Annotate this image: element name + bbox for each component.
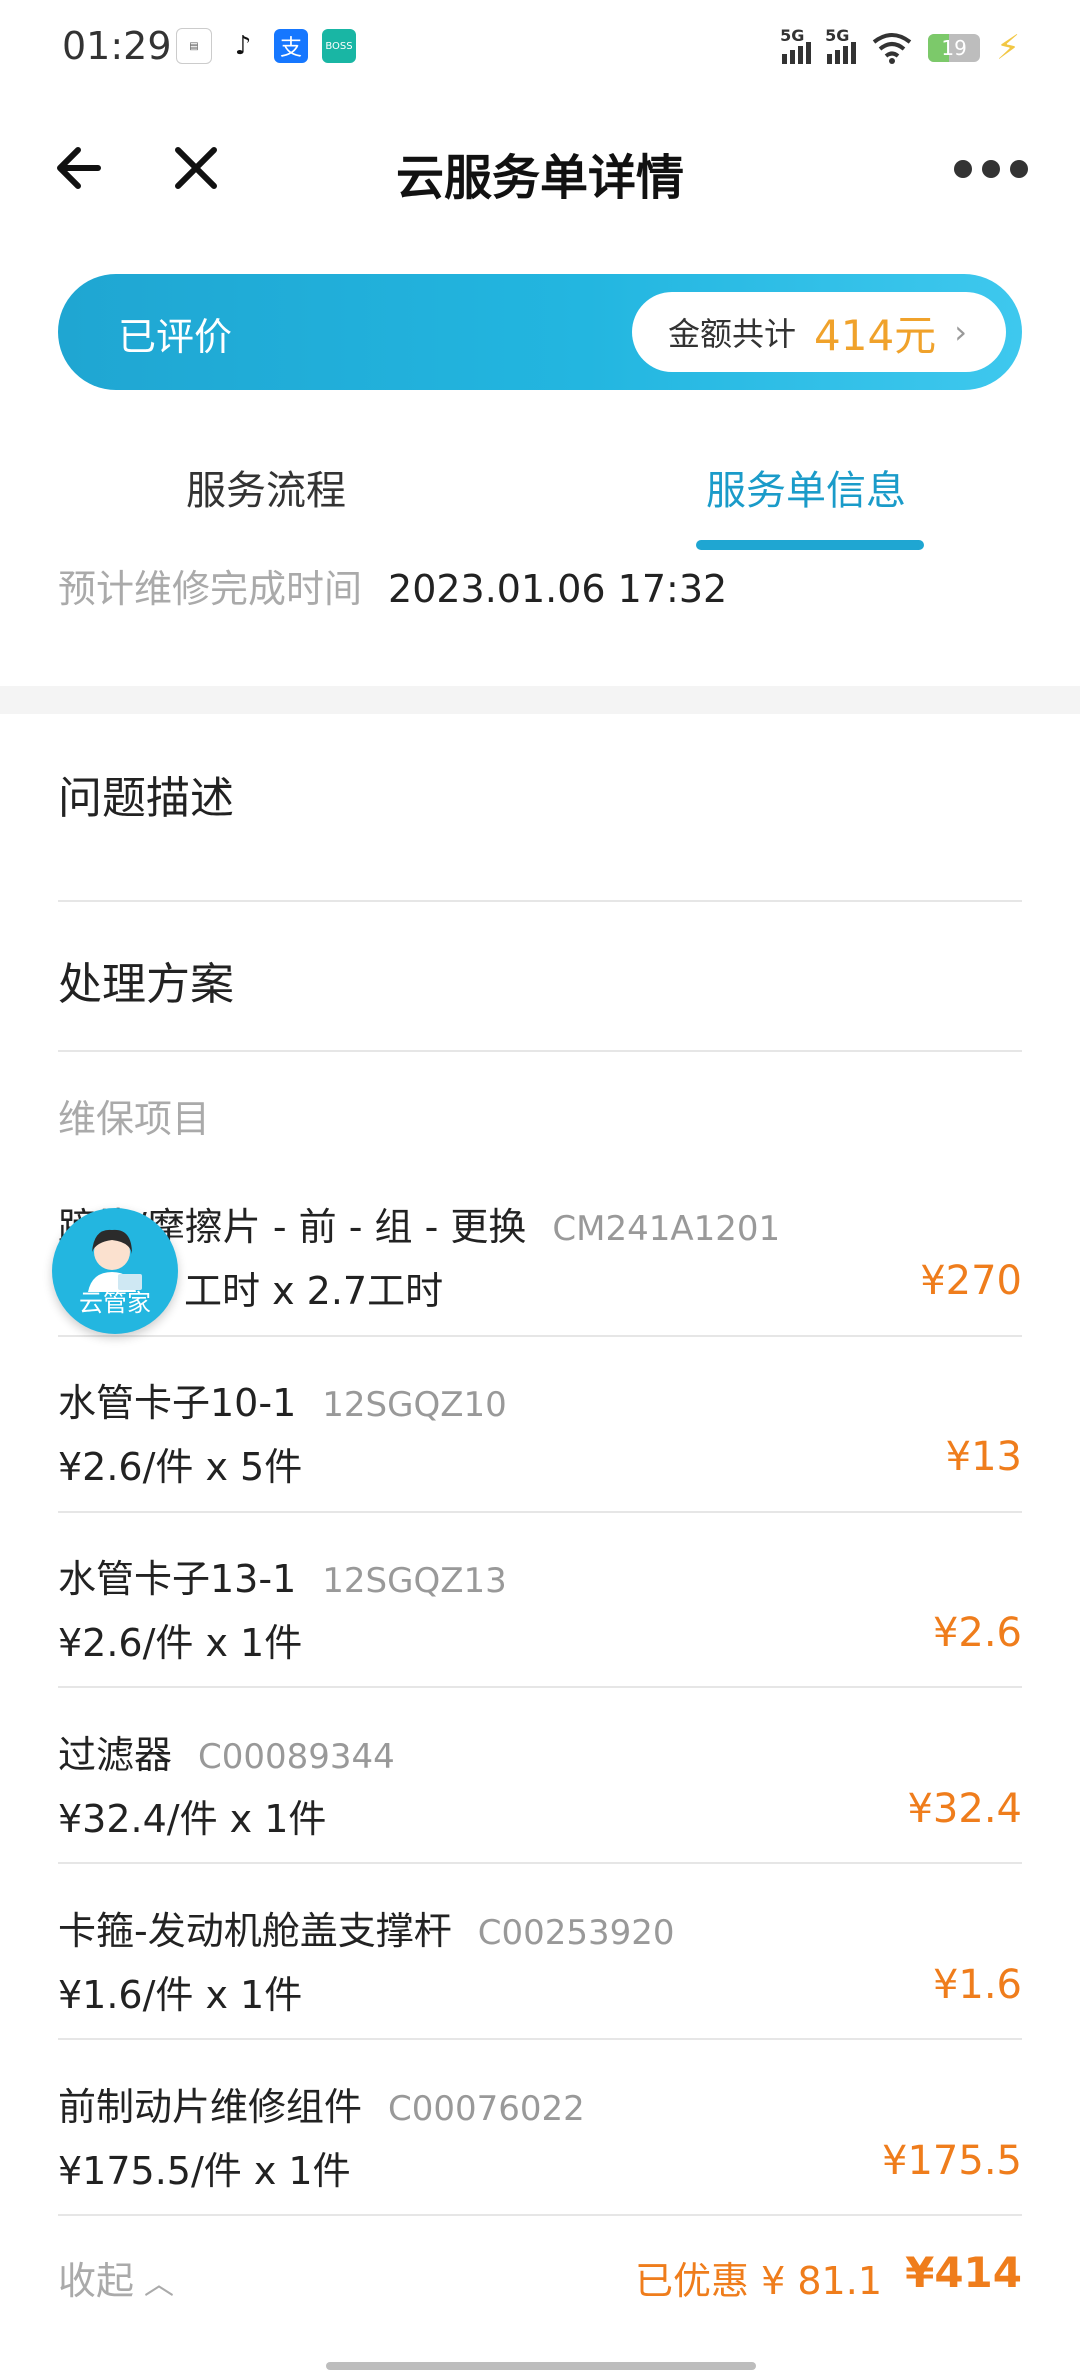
order-status: 已评价 bbox=[118, 315, 233, 359]
item-name: 过滤器 bbox=[58, 1733, 173, 1777]
signal-icon: 5G bbox=[780, 26, 812, 64]
alipay-icon: 支 bbox=[274, 29, 308, 63]
page-title: 云服务单详情 bbox=[395, 150, 684, 206]
item-total: ¥32.4 bbox=[907, 1786, 1022, 1832]
item-code: C00089344 bbox=[198, 1737, 395, 1777]
divider bbox=[58, 2214, 1022, 2216]
section-gap bbox=[0, 686, 1080, 714]
chevron-up-icon: ︿ bbox=[144, 2267, 175, 2302]
battery-icon: 19 bbox=[928, 34, 981, 62]
item-quantity: ¥175.5/件 x 1件 bbox=[58, 2149, 351, 2193]
discount-amount: 已优惠 ¥ 81.1 bbox=[635, 2259, 882, 2303]
cloud-assistant-button[interactable]: 云管家 bbox=[52, 1208, 178, 1334]
status-banner: 已评价 金额共计 414元 › bbox=[58, 274, 1022, 390]
item-name: 前制动片维修组件 bbox=[58, 2085, 363, 2129]
status-right: 5G 5G 19 ⚡ bbox=[780, 26, 1020, 68]
wifi-icon bbox=[872, 33, 912, 64]
divider bbox=[58, 1862, 1022, 1864]
item-total: ¥2.6 bbox=[932, 1610, 1022, 1656]
amount-label: 金额共计 bbox=[668, 315, 797, 353]
item-total: ¥270 bbox=[920, 1258, 1022, 1304]
item-quantity: ¥32.4/件 x 1件 bbox=[58, 1797, 327, 1841]
item-quantity: ¥2.6/件 x 5件 bbox=[58, 1445, 303, 1489]
tab-active-indicator bbox=[696, 540, 924, 550]
boss-app-icon: BOSS bbox=[322, 29, 356, 63]
tab-service-order-info[interactable]: 服务单信息 bbox=[706, 458, 906, 516]
problem-description-title: 问题描述 bbox=[58, 773, 234, 824]
item-name: 水管卡子10-1 bbox=[58, 1381, 297, 1425]
item-code: 12SGQZ13 bbox=[322, 1561, 507, 1601]
item-quantity: ¥1.6/件 x 1件 bbox=[58, 1973, 303, 2017]
divider bbox=[58, 2038, 1022, 2040]
item-name: 卡箍-发动机舱盖支撑杆 bbox=[58, 1909, 452, 1953]
maintenance-items-title: 维保项目 bbox=[58, 1097, 211, 1141]
item-code: CM241A1201 bbox=[552, 1209, 781, 1249]
item-total: ¥13 bbox=[945, 1434, 1022, 1480]
more-options-icon[interactable] bbox=[954, 160, 1028, 178]
item-name: 水管卡子13-1 bbox=[58, 1557, 297, 1601]
chevron-right-icon: › bbox=[954, 313, 967, 351]
tab-service-process[interactable]: 服务流程 bbox=[186, 458, 346, 516]
status-bar: 01:29 ▤ ♪ 支 BOSS 5G 5G 19 ⚡ bbox=[0, 0, 1080, 96]
notification-icons: ▤ ♪ 支 BOSS bbox=[176, 28, 356, 64]
item-code: C00253920 bbox=[477, 1913, 675, 1953]
amount-value: 414元 bbox=[814, 310, 937, 360]
item-code: C00076022 bbox=[388, 2089, 585, 2129]
solution-title: 处理方案 bbox=[58, 959, 234, 1010]
item-quantity: ¥2.6/件 x 1件 bbox=[58, 1621, 303, 1665]
estimated-label: 预计维修完成时间 bbox=[58, 567, 363, 611]
divider bbox=[58, 1335, 1022, 1337]
grand-total: ¥414 bbox=[905, 2248, 1022, 2297]
home-indicator[interactable] bbox=[326, 2362, 756, 2370]
item-total: ¥175.5 bbox=[882, 2138, 1022, 2184]
item-total: ¥1.6 bbox=[932, 1962, 1022, 2008]
divider bbox=[58, 1050, 1022, 1052]
signal-icon: 5G bbox=[825, 26, 857, 64]
estimated-value: 2023.01.06 17:32 bbox=[388, 567, 728, 611]
collapse-label: 收起 bbox=[58, 2259, 135, 2303]
status-time: 01:29 bbox=[62, 24, 172, 68]
estimated-completion: 预计维修完成时间 2023.01.06 17:32 bbox=[58, 558, 727, 613]
assistant-label: 云管家 bbox=[79, 1289, 151, 1317]
item-code: 12SGQZ10 bbox=[322, 1385, 507, 1425]
order-summary: 收起 ︿ 已优惠 ¥ 81.1 ¥414 bbox=[58, 2240, 1022, 2320]
tab-bar: 服务流程 服务单信息 bbox=[0, 440, 1080, 560]
divider bbox=[58, 1686, 1022, 1688]
nav-bar: 云服务单详情 bbox=[0, 120, 1080, 220]
collapse-button[interactable]: 收起 ︿ bbox=[58, 2250, 174, 2305]
charging-icon: ⚡ bbox=[996, 28, 1020, 68]
tiktok-icon: ♪ bbox=[226, 29, 260, 63]
news-app-icon: ▤ bbox=[176, 28, 212, 64]
item-quantity: 工时 x 2.7工时 bbox=[184, 1269, 444, 1313]
divider bbox=[58, 900, 1022, 902]
divider bbox=[58, 1511, 1022, 1513]
amount-total-button[interactable]: 金额共计 414元 › bbox=[632, 292, 1006, 372]
